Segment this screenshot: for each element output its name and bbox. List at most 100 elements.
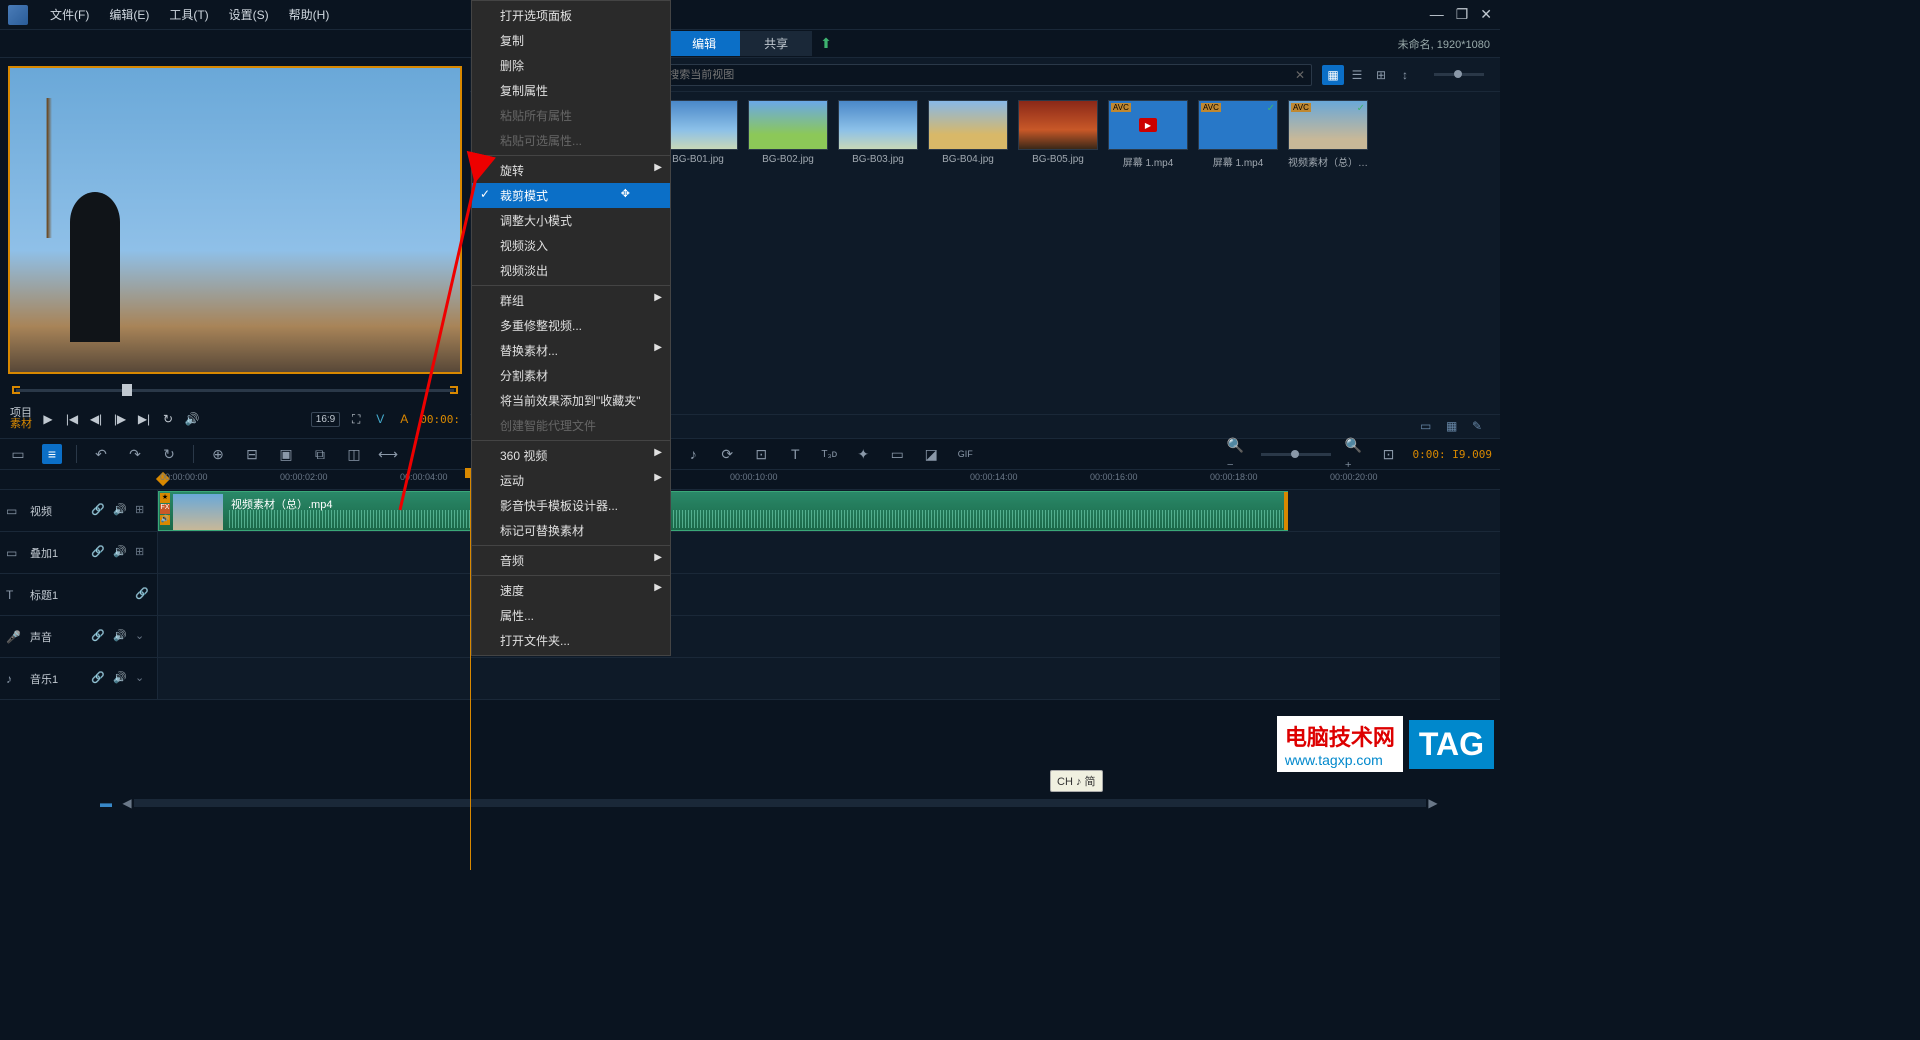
cm-speed[interactable]: 速度▶: [472, 578, 670, 603]
cm-add-to-favorites[interactable]: 将当前效果添加到"收藏夹": [472, 388, 670, 413]
cm-rotate[interactable]: 旋转▶: [472, 158, 670, 183]
track-lock-icon[interactable]: ⊞: [135, 503, 151, 519]
track-content[interactable]: [158, 658, 1500, 699]
preview-scrubber[interactable]: [12, 382, 458, 400]
tool6-icon[interactable]: ⟷: [378, 444, 398, 464]
zoom-thumb[interactable]: [1291, 450, 1299, 458]
track-content[interactable]: [158, 574, 1500, 615]
track-toggle-icon[interactable]: ▬: [100, 796, 112, 810]
view-thumbnail-icon[interactable]: ▦: [1322, 65, 1344, 85]
track-link-icon[interactable]: 🔗: [91, 545, 107, 561]
cm-copy[interactable]: 复制: [472, 28, 670, 53]
tool2-icon[interactable]: ⊟: [242, 444, 262, 464]
aspect-ratio[interactable]: 16:9: [311, 412, 340, 427]
cm-open-folder[interactable]: 打开文件夹...: [472, 628, 670, 653]
loop-button[interactable]: ↻: [160, 411, 176, 427]
sound-mix-icon[interactable]: ♪: [683, 444, 703, 464]
track-mute-icon[interactable]: 🔊: [113, 545, 129, 561]
track-content[interactable]: [158, 616, 1500, 657]
cm-mark-replaceable[interactable]: 标记可替换素材: [472, 518, 670, 543]
expand-button[interactable]: ⛶: [348, 411, 364, 427]
gif-icon[interactable]: GIF: [955, 444, 975, 464]
cm-resize-mode[interactable]: 调整大小模式: [472, 208, 670, 233]
track-lock-icon[interactable]: ⊞: [135, 545, 151, 561]
cm-replace-material[interactable]: 替换素材...▶: [472, 338, 670, 363]
track-link-icon[interactable]: 🔗: [91, 629, 107, 645]
preview-canvas[interactable]: [8, 66, 462, 374]
clear-search-icon[interactable]: ✕: [1295, 68, 1305, 82]
cm-group[interactable]: 群组▶: [472, 288, 670, 313]
library-item[interactable]: AVC▶屏幕 1.mp4: [1108, 100, 1188, 169]
track-content[interactable]: [158, 532, 1500, 573]
menu-file[interactable]: 文件(F): [40, 6, 99, 23]
undo-icon[interactable]: ↶: [91, 444, 111, 464]
playhead-handle[interactable]: [122, 384, 132, 396]
footer-btn2-icon[interactable]: ▦: [1446, 419, 1466, 435]
library-item[interactable]: BG-B03.jpg: [838, 100, 918, 169]
next-frame-button[interactable]: |▶: [112, 411, 128, 427]
library-item[interactable]: BG-B04.jpg: [928, 100, 1008, 169]
track-motion-icon[interactable]: ✦: [853, 444, 873, 464]
menu-settings[interactable]: 设置(S): [219, 6, 279, 23]
slider-thumb[interactable]: [1454, 70, 1462, 78]
a-button[interactable]: A: [396, 411, 412, 427]
track-mute-icon[interactable]: 🔊: [113, 629, 129, 645]
storyboard-view-icon[interactable]: ▭: [8, 444, 28, 464]
mask-icon[interactable]: ◪: [921, 444, 941, 464]
tool1-icon[interactable]: ⊕: [208, 444, 228, 464]
minimize-button[interactable]: —: [1430, 6, 1444, 23]
cm-360-video[interactable]: 360 视频▶: [472, 443, 670, 468]
track-link-icon[interactable]: 🔗: [91, 671, 107, 687]
clip-end-marker[interactable]: [1284, 492, 1288, 530]
library-item[interactable]: AVC✓视频素材（总）....: [1288, 100, 1368, 169]
v-button[interactable]: V: [372, 411, 388, 427]
cm-delete[interactable]: 删除: [472, 53, 670, 78]
search-box[interactable]: 🔍 ✕: [646, 64, 1312, 86]
trim-in-handle[interactable]: [12, 386, 20, 394]
search-input[interactable]: [668, 69, 1295, 81]
cm-split-material[interactable]: 分割素材: [472, 363, 670, 388]
menu-edit[interactable]: 编辑(E): [99, 6, 159, 23]
thumbnail-size-slider[interactable]: [1434, 73, 1484, 76]
view-detail-icon[interactable]: ⊞: [1370, 65, 1392, 85]
cm-video-fade-out[interactable]: 视频淡出: [472, 258, 670, 283]
footer-btn3-icon[interactable]: ✎: [1472, 419, 1492, 435]
redo-icon[interactable]: ↷: [125, 444, 145, 464]
cm-crop-mode[interactable]: ✓裁剪模式✥: [472, 183, 670, 208]
text-icon[interactable]: T: [785, 444, 805, 464]
tool5-icon[interactable]: ◫: [344, 444, 364, 464]
library-item[interactable]: BG-B02.jpg: [748, 100, 828, 169]
tab-share[interactable]: 共享: [740, 31, 812, 56]
track-link-icon[interactable]: 🔗: [135, 587, 151, 603]
3d-text-icon[interactable]: T₃ᴅ: [819, 444, 839, 464]
menu-tools[interactable]: 工具(T): [159, 6, 218, 23]
track-mute-icon[interactable]: 🔊: [113, 503, 129, 519]
cm-template-designer[interactable]: 影音快手模板设计器...: [472, 493, 670, 518]
track-expand-icon[interactable]: ⌄: [135, 629, 151, 645]
track-content[interactable]: ★ FX 🔊 视频素材（总）.mp4: [158, 490, 1500, 531]
cm-audio[interactable]: 音频▶: [472, 548, 670, 573]
subtitle-icon[interactable]: ▭: [887, 444, 907, 464]
track-mute-icon[interactable]: 🔊: [113, 671, 129, 687]
cm-open-options[interactable]: 打开选项面板: [472, 3, 670, 28]
restore-button[interactable]: ❐: [1456, 6, 1469, 23]
timeline-view-icon[interactable]: ≡: [42, 444, 62, 464]
scroll-left-icon[interactable]: ◀: [120, 796, 134, 810]
track-link-icon[interactable]: 🔗: [91, 503, 107, 519]
cm-motion[interactable]: 运动▶: [472, 468, 670, 493]
timeline-ruler[interactable]: 00:00:00:00 00:00:02:00 00:00:04:00 00:0…: [0, 470, 1500, 490]
upload-icon[interactable]: ⬆: [820, 35, 832, 52]
cm-properties[interactable]: 属性...: [472, 603, 670, 628]
zoom-slider[interactable]: [1261, 453, 1331, 456]
menu-help[interactable]: 帮助(H): [279, 6, 340, 23]
speed-icon[interactable]: ⟳: [717, 444, 737, 464]
go-start-button[interactable]: |◀: [64, 411, 80, 427]
scroll-right-icon[interactable]: ▶: [1426, 796, 1440, 810]
view-list-icon[interactable]: ☰: [1346, 65, 1368, 85]
cm-video-fade-in[interactable]: 视频淡入: [472, 233, 670, 258]
sort-icon[interactable]: ↕: [1394, 65, 1416, 85]
tab-edit[interactable]: 编辑: [668, 31, 740, 56]
pan-zoom-icon[interactable]: ⊡: [751, 444, 771, 464]
track-expand-icon[interactable]: ⌄: [135, 671, 151, 687]
volume-button[interactable]: 🔊: [184, 411, 200, 427]
